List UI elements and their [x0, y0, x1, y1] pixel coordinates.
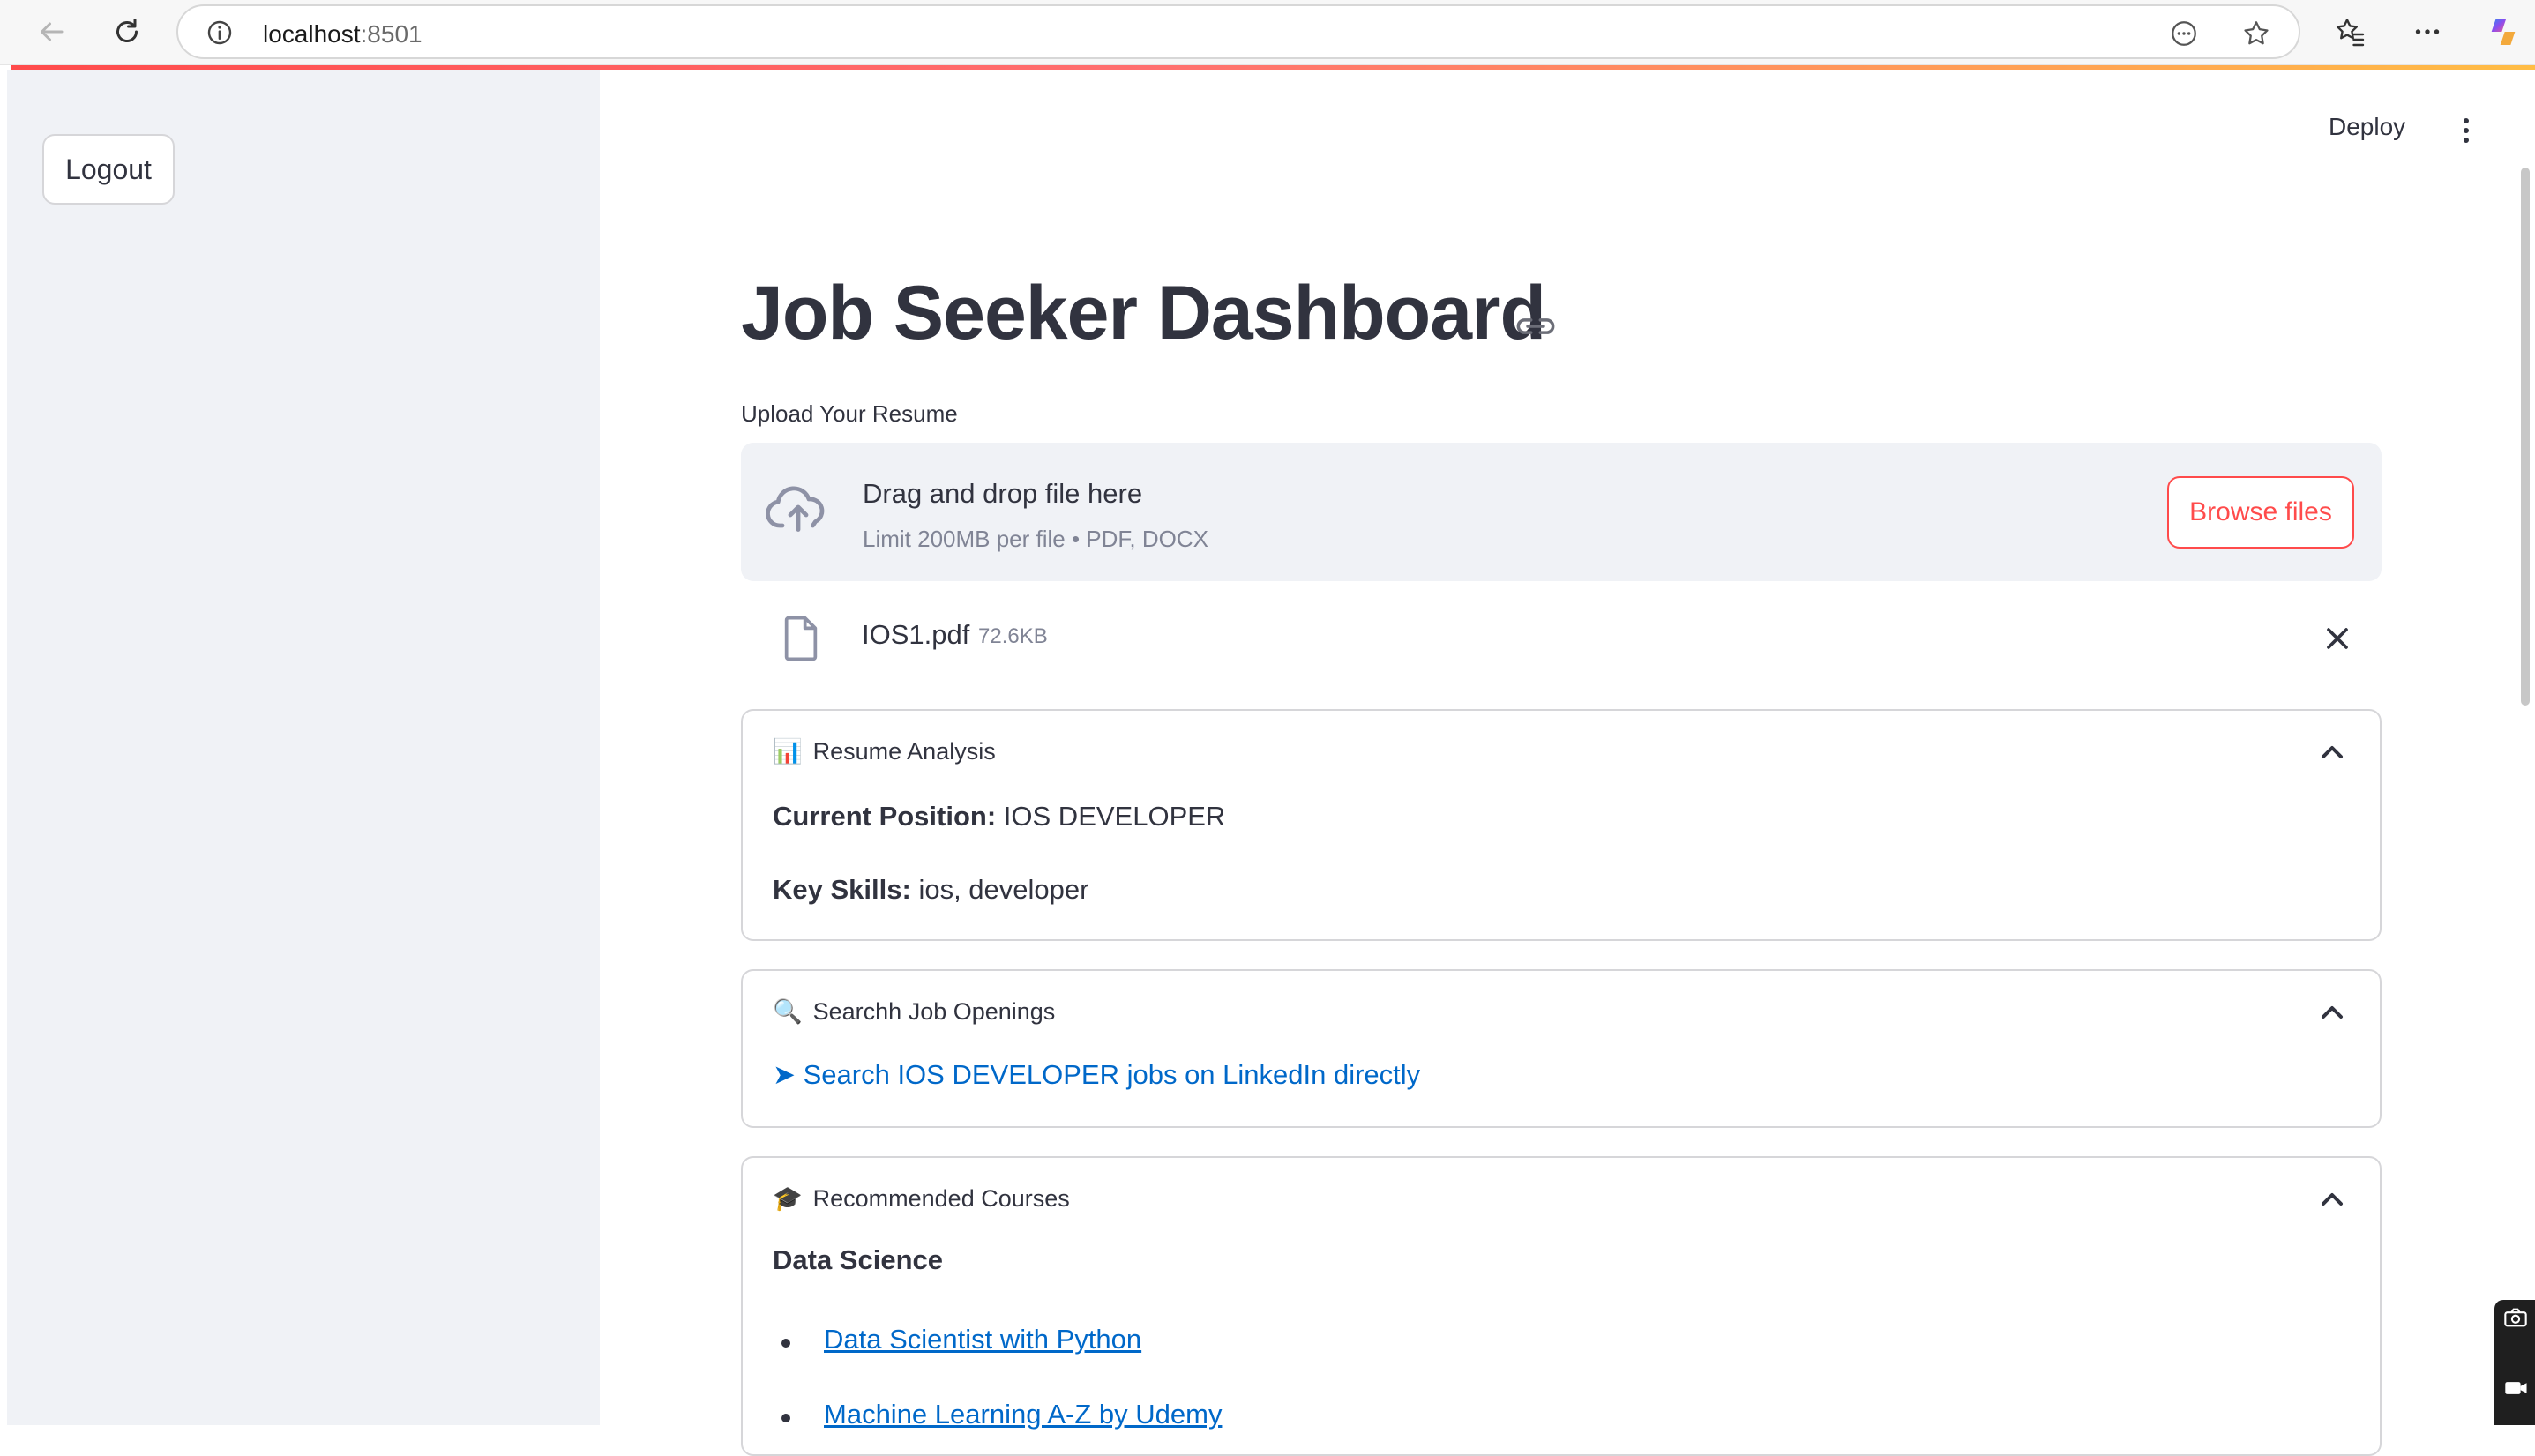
- address-bar[interactable]: localhost:8501: [176, 4, 2300, 59]
- magnifier-emoji-icon: 🔍: [773, 998, 803, 1025]
- camera-icon[interactable]: [2503, 1307, 2528, 1333]
- job-openings-expander: 🔍 Searchh Job Openings ➤ Search IOS DEVE…: [741, 969, 2382, 1128]
- star-icon[interactable]: [2239, 16, 2274, 51]
- more-icon[interactable]: [2410, 14, 2445, 49]
- uploaded-file-name: IOS1.pdf: [862, 619, 970, 650]
- back-arrow-icon[interactable]: [32, 12, 71, 51]
- current-position-label: Current Position:: [773, 801, 997, 832]
- courses-header[interactable]: 🎓 Recommended Courses: [773, 1184, 1070, 1213]
- linkedin-search-link-text: Search IOS DEVELOPER jobs on LinkedIn di…: [803, 1059, 1421, 1090]
- bullet-icon: [781, 1339, 790, 1348]
- info-icon[interactable]: [205, 18, 235, 48]
- chevron-up-icon[interactable]: [2320, 1190, 2344, 1212]
- arrow-icon: ➤: [773, 1059, 796, 1090]
- url-text: localhost:8501: [263, 20, 422, 49]
- file-icon: [780, 614, 822, 668]
- resume-analysis-title: Resume Analysis: [812, 737, 996, 765]
- browser-toolbar: localhost:8501: [0, 0, 2535, 65]
- course-link[interactable]: Data Scientist with Python: [824, 1324, 1141, 1355]
- chart-emoji-icon: 📊: [773, 738, 803, 765]
- screen-capture-widget[interactable]: [2494, 1300, 2535, 1425]
- recommended-courses-expander: 🎓 Recommended Courses Data Science Data …: [741, 1156, 2382, 1456]
- page-title: Job Seeker Dashboard: [741, 271, 1546, 355]
- link-anchor-icon[interactable]: [1514, 310, 1558, 347]
- resume-analysis-header[interactable]: 📊 Resume Analysis: [773, 737, 996, 765]
- refresh-icon[interactable]: [108, 12, 146, 51]
- url-host: localhost: [263, 20, 361, 48]
- key-skills-line: Key Skills: ios, developer: [773, 874, 1088, 906]
- logout-button[interactable]: Logout: [42, 134, 175, 205]
- courses-title: Recommended Courses: [812, 1184, 1070, 1212]
- job-openings-title: Searchh Job Openings: [812, 997, 1056, 1025]
- sidebar: [7, 70, 600, 1425]
- dropzone-limits: Limit 200MB per file • PDF, DOCX: [863, 526, 1208, 552]
- browse-files-button[interactable]: Browse files: [2167, 476, 2354, 549]
- current-position-line: Current Position: IOS DEVELOPER: [773, 801, 1225, 833]
- course-link[interactable]: Machine Learning A-Z by Udemy: [824, 1399, 1222, 1430]
- dropzone-instructions: Drag and drop file here: [863, 478, 1143, 509]
- cloud-upload-icon: [764, 483, 833, 541]
- course-category: Data Science: [773, 1244, 943, 1276]
- chevron-up-icon[interactable]: [2320, 743, 2344, 765]
- current-position-value: IOS DEVELOPER: [1003, 801, 1226, 832]
- main-menu-icon[interactable]: [2450, 113, 2482, 148]
- favorites-icon[interactable]: [2332, 14, 2367, 49]
- file-dropzone[interactable]: Drag and drop file here Limit 200MB per …: [741, 443, 2382, 581]
- resume-analysis-expander: 📊 Resume Analysis Current Position: IOS …: [741, 709, 2382, 941]
- uploaded-file-size: 72.6KB: [978, 624, 1048, 648]
- chevron-up-icon[interactable]: [2320, 1003, 2344, 1025]
- deploy-button[interactable]: Deploy: [2329, 113, 2405, 141]
- copilot-icon[interactable]: [2484, 12, 2523, 51]
- remove-file-close-icon[interactable]: [2320, 621, 2355, 661]
- video-camera-icon[interactable]: [2503, 1378, 2530, 1403]
- key-skills-label: Key Skills:: [773, 874, 911, 905]
- key-skills-value: ios, developer: [918, 874, 1089, 905]
- linkedin-search-link[interactable]: ➤ Search IOS DEVELOPER jobs on LinkedIn …: [773, 1059, 1420, 1091]
- reader-icon[interactable]: [2166, 16, 2202, 51]
- url-port: :8501: [360, 20, 422, 48]
- course-category-label: Data Science: [773, 1244, 943, 1275]
- upload-label: Upload Your Resume: [741, 400, 958, 427]
- bullet-icon: [781, 1414, 790, 1422]
- graduation-cap-emoji-icon: 🎓: [773, 1185, 803, 1212]
- job-openings-header[interactable]: 🔍 Searchh Job Openings: [773, 997, 1055, 1026]
- scrollbar[interactable]: [2521, 168, 2530, 706]
